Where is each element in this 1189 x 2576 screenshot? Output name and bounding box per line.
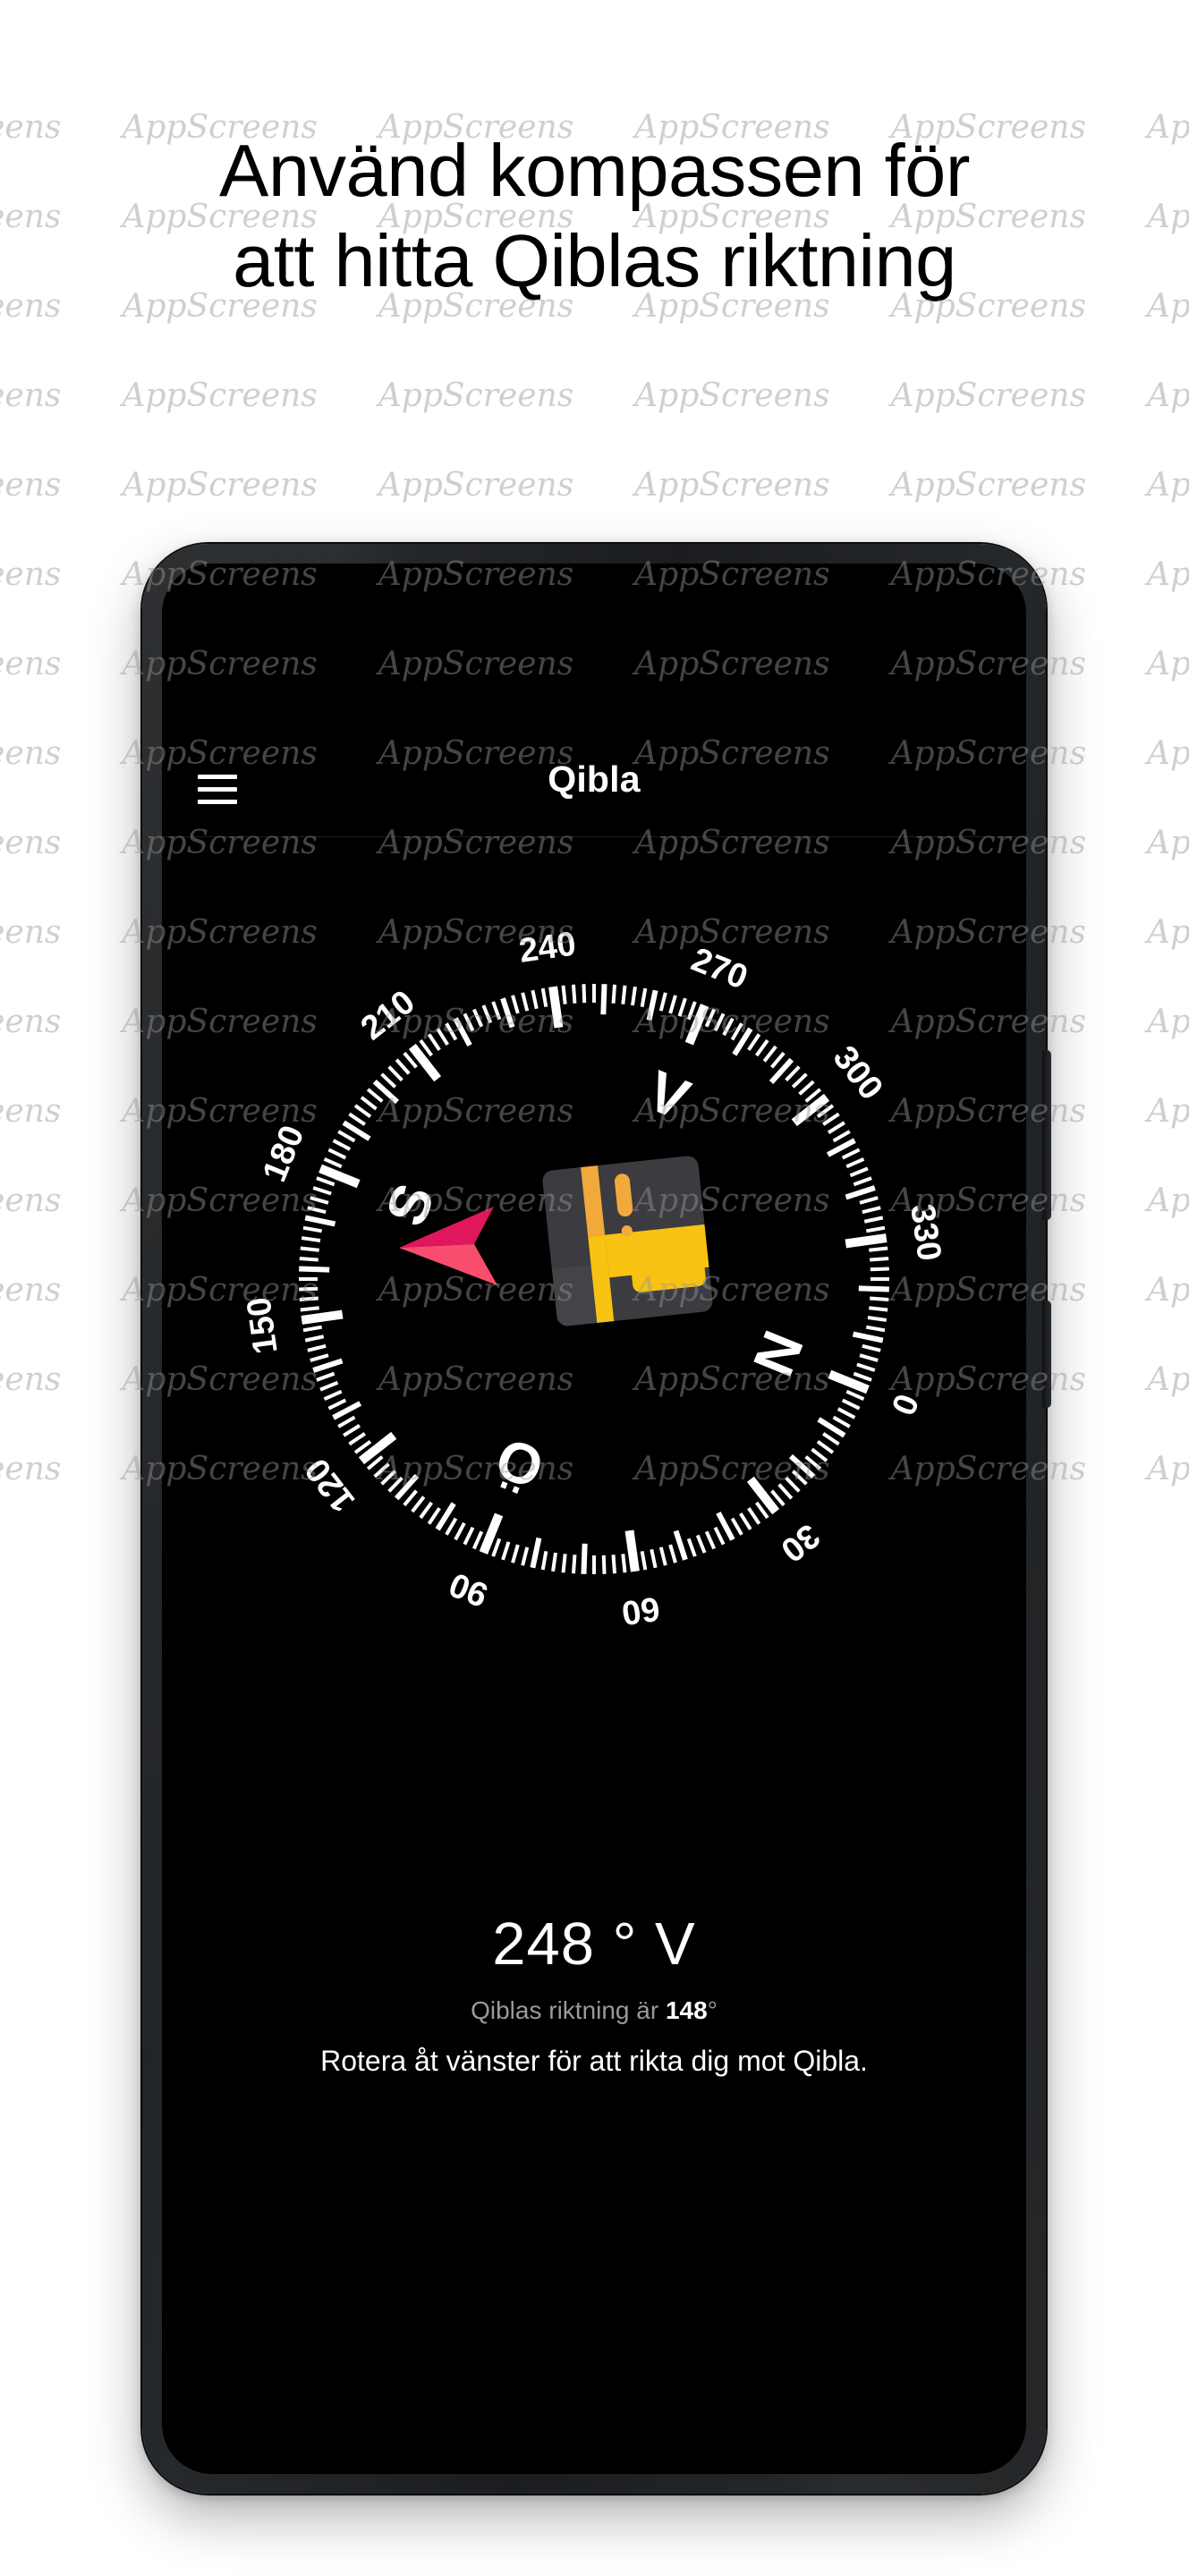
svg-text:300: 300 (826, 1039, 890, 1107)
svg-text:120: 120 (298, 1451, 362, 1519)
qibla-direction-line: Qiblas riktning är 148° (162, 1996, 1026, 2025)
svg-text:240: 240 (517, 925, 579, 970)
app-bar: Qibla (162, 739, 1026, 837)
watermark-text: AppScreens (0, 1182, 62, 1219)
watermark-text: AppScreens (0, 735, 62, 772)
svg-text:Ö: Ö (487, 1425, 552, 1501)
svg-text:90: 90 (444, 1564, 493, 1614)
watermark-text: AppScreens (122, 377, 318, 414)
watermark-text: AppScreens (0, 1272, 62, 1309)
watermark-text: AppScreens (1146, 825, 1189, 861)
watermark-text: AppScreens (1146, 377, 1189, 414)
watermark-text: AppScreens (1146, 735, 1189, 772)
compass-readout: 248 ° V Qiblas riktning är 148° Rotera å… (162, 1910, 1026, 2078)
watermark-text: AppScreens (890, 377, 1086, 414)
svg-text:270: 270 (686, 941, 753, 997)
compass-widget[interactable]: 0 30 60 90 120 150 180 210 240 270 300 330 N Ö S V (162, 886, 1026, 1631)
watermark-text: AppScreens (0, 1361, 62, 1398)
qibla-direction-degrees: 148 (665, 1996, 708, 2024)
watermark-text: AppScreens (1146, 646, 1189, 682)
svg-text:V: V (639, 1058, 699, 1132)
qibla-degree-symbol: ° (707, 1996, 718, 2024)
watermark-text: AppScreens (0, 467, 62, 504)
watermark-row: AppScreens AppScreens AppScreens AppScreens… (0, 467, 1189, 504)
page-title: Använd kompassen för att hitta Qiblas ri… (219, 129, 970, 303)
rotate-hint: Rotera åt vänster för att rikta dig mot … (320, 2045, 868, 2077)
watermark-text: AppScreens (634, 377, 830, 414)
compass-dial[interactable]: 0 30 60 90 120 150 180 210 240 270 300 330 N Ö S V (236, 921, 952, 1637)
watermark-text: AppScreens (1146, 1361, 1189, 1398)
watermark-text: AppScreens (0, 377, 62, 414)
svg-text:180: 180 (256, 1121, 312, 1188)
svg-text:0: 0 (883, 1388, 925, 1419)
screenshot-root: Använd kompassen för att hitta Qiblas ri… (0, 0, 1189, 2576)
svg-text:60: 60 (619, 1589, 662, 1631)
app-bar-title: Qibla (548, 758, 641, 800)
svg-text:150: 150 (240, 1295, 285, 1357)
watermark-text: AppScreens (378, 467, 574, 504)
watermark-text: AppScreens (0, 914, 62, 951)
watermark-text: AppScreens (0, 1093, 62, 1130)
watermark-text: AppScreens (1146, 467, 1189, 504)
watermark-row: AppScreens AppScreens AppScreens AppScreens… (0, 377, 1189, 414)
watermark-text: AppScreens (0, 1004, 62, 1040)
watermark-text: AppScreens (122, 467, 318, 504)
watermark-text: AppScreens (1146, 1451, 1189, 1487)
watermark-text: AppScreens (1146, 1004, 1189, 1040)
watermark-text: AppScreens (1146, 914, 1189, 951)
watermark-text: AppScreens (0, 556, 62, 593)
watermark-text: AppScreens (1146, 1182, 1189, 1219)
watermark-text: AppScreens (634, 467, 830, 504)
phone-screen: Qibla 0 30 60 90 120 150 180 210 240 270 300 330 N Ö S… (162, 564, 1026, 2474)
svg-text:30: 30 (774, 1516, 827, 1569)
svg-text:330: 330 (903, 1202, 947, 1264)
phone-device-frame: Qibla 0 30 60 90 120 150 180 210 240 270 300 330 N Ö S… (142, 544, 1051, 2494)
watermark-text: AppScreens (1146, 1093, 1189, 1130)
svg-text:210: 210 (354, 983, 422, 1047)
watermark-text: AppScreens (0, 646, 62, 682)
watermark-text: AppScreens (0, 825, 62, 861)
heading-value: 248 ° V (492, 1911, 696, 1978)
volume-button[interactable] (1042, 1050, 1051, 1220)
watermark-text: AppScreens (1146, 1272, 1189, 1309)
watermark-text: AppScreens (378, 377, 574, 414)
svg-text:N: N (741, 1322, 816, 1385)
watermark-text: AppScreens (0, 1451, 62, 1487)
watermark-text: AppScreens (1146, 556, 1189, 593)
svg-text:S: S (373, 1175, 447, 1235)
watermark-text: AppScreens (890, 467, 1086, 504)
qibla-direction-label: Qiblas riktning är (471, 1996, 659, 2024)
power-button[interactable] (1042, 1301, 1051, 1408)
